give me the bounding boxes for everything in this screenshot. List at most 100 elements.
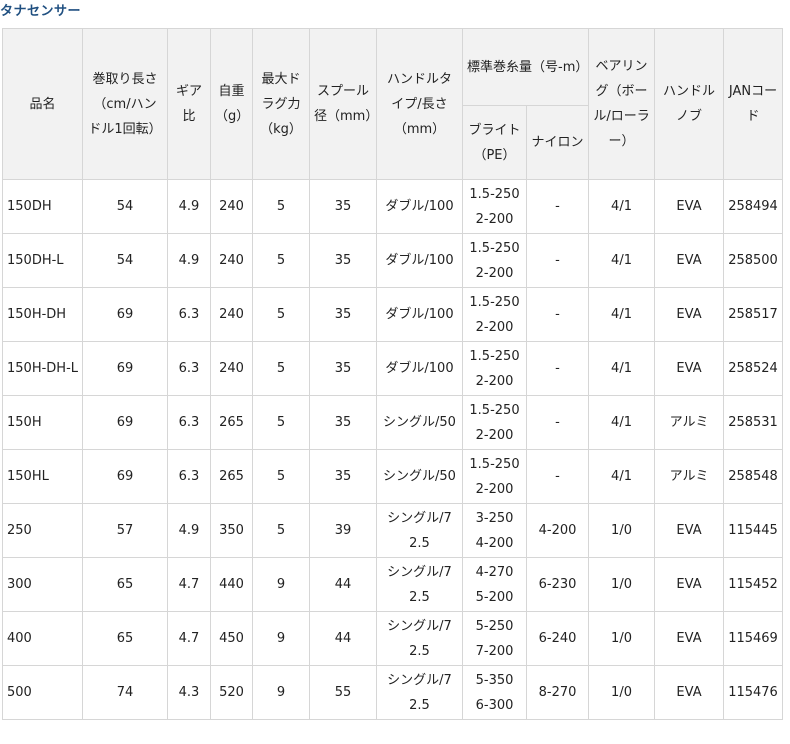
cell-gear: 4.9 xyxy=(167,179,211,234)
cell-weight: 240 xyxy=(210,179,253,234)
cell-weight: 240 xyxy=(210,287,253,342)
cell-jan: 115476 xyxy=(723,665,784,720)
cell-line-pe: 4-270 5-200 xyxy=(462,557,527,612)
cell-drag: 5 xyxy=(252,449,310,504)
header-handle: ハンドルタイプ/長さ（mm） xyxy=(376,28,463,180)
table-row: 150DH-L 54 4.9 240 5 35 ダブル/100 1.5-250 2-200-4/… xyxy=(2,233,784,288)
cell-drag: 9 xyxy=(252,665,310,720)
table-row: 150DH 54 4.9 240 5 35 ダブル/100 1.5-250 2-200-4/1 E… xyxy=(2,179,784,234)
cell-jan: 258494 xyxy=(723,179,784,234)
cell-jan: 115452 xyxy=(723,557,784,612)
cell-jan: 258531 xyxy=(723,395,784,450)
table-body: 150DH 54 4.9 240 5 35 ダブル/100 1.5-250 2-200-4/1 E… xyxy=(2,179,784,720)
cell-gear: 6.3 xyxy=(167,341,211,396)
cell-retrieve: 74 xyxy=(82,665,168,720)
cell-handle: シングル/50 xyxy=(376,395,463,450)
cell-line-nylon: 6-240 xyxy=(525,611,590,666)
cell-jan: 258500 xyxy=(723,233,784,288)
cell-line-value: 2-200 xyxy=(475,319,514,335)
header-line-pe: ブライト（PE） xyxy=(462,105,527,180)
cell-gear: 6.3 xyxy=(167,287,211,342)
cell-gear: 4.9 xyxy=(167,503,211,558)
cell-retrieve: 69 xyxy=(82,395,168,450)
cell-gear: 4.9 xyxy=(167,233,211,288)
cell-name: 150H xyxy=(2,395,83,450)
cell-knob: EVA xyxy=(654,665,725,720)
cell-name: 500 xyxy=(2,665,83,720)
cell-knob: EVA xyxy=(654,557,725,612)
cell-bearing: 4/1 xyxy=(588,341,656,396)
cell-bearing: 1/0 xyxy=(588,557,656,612)
cell-bearing: 1/0 xyxy=(588,503,656,558)
cell-line-value: 4-270 xyxy=(475,564,514,580)
cell-spool: 44 xyxy=(309,557,377,612)
cell-name: 150HL xyxy=(2,449,83,504)
cell-line-pe: 1.5-250 2-200 xyxy=(462,341,527,396)
cell-retrieve: 69 xyxy=(82,341,168,396)
cell-line-value: 4-200 xyxy=(475,535,514,551)
cell-retrieve: 65 xyxy=(82,611,168,666)
cell-handle: ダブル/100 xyxy=(376,287,463,342)
cell-line-nylon: 6-230 xyxy=(525,557,590,612)
cell-line-pe: 1.5-250 2-200 xyxy=(462,179,527,234)
cell-spool: 35 xyxy=(309,341,377,396)
cell-spool: 35 xyxy=(309,233,377,288)
cell-name: 150H-DH xyxy=(2,287,83,342)
header-knob: ハンドルノブ xyxy=(654,28,725,180)
cell-gear: 4.7 xyxy=(167,611,211,666)
cell-drag: 5 xyxy=(252,233,310,288)
cell-line-pe: 1.5-250 2-200 xyxy=(462,233,527,288)
header-line-group: 標準巻糸量（号-m） xyxy=(461,28,590,106)
cell-weight: 240 xyxy=(210,341,253,396)
cell-line-value: 1.5-250 xyxy=(469,240,520,256)
cell-line-nylon: - xyxy=(525,449,590,504)
cell-spool: 35 xyxy=(309,287,377,342)
cell-handle: シングル/72.5 xyxy=(376,557,463,612)
cell-jan: 115469 xyxy=(723,611,784,666)
cell-line-pe: 1.5-250 2-200 xyxy=(462,287,527,342)
cell-weight: 265 xyxy=(210,395,253,450)
cell-line-value: 5-250 xyxy=(475,618,514,634)
header-spool: スプール径（mm） xyxy=(309,28,377,180)
header-retrieve: 巻取り長さ（cm/ハンドル1回転） xyxy=(82,28,168,180)
cell-drag: 9 xyxy=(252,611,310,666)
cell-drag: 5 xyxy=(252,503,310,558)
cell-knob: EVA xyxy=(654,233,725,288)
cell-spool: 44 xyxy=(309,611,377,666)
table-header: 品名 巻取り長さ（cm/ハンドル1回転） ギア比 自重（g） 最大ドラグ力（kg… xyxy=(2,28,784,180)
cell-gear: 6.3 xyxy=(167,395,211,450)
cell-knob: EVA xyxy=(654,341,725,396)
cell-line-pe: 1.5-250 2-200 xyxy=(462,449,527,504)
cell-knob: EVA xyxy=(654,287,725,342)
cell-line-value: 2-200 xyxy=(475,211,514,227)
table-row: 400 65 4.7 450 9 44 シングル/72.5 5-250 7-200 6-240 1/… xyxy=(2,611,784,666)
cell-spool: 35 xyxy=(309,449,377,504)
cell-bearing: 1/0 xyxy=(588,611,656,666)
cell-handle: ダブル/100 xyxy=(376,341,463,396)
cell-line-nylon: - xyxy=(525,179,590,234)
cell-jan: 258548 xyxy=(723,449,784,504)
header-line-nylon: ナイロン xyxy=(525,105,590,180)
cell-line-pe: 3-250 4-200 xyxy=(462,503,527,558)
cell-line-nylon: - xyxy=(525,287,590,342)
cell-handle: シングル/72.5 xyxy=(376,665,463,720)
cell-line-value: 1.5-250 xyxy=(469,348,520,364)
cell-weight: 450 xyxy=(210,611,253,666)
cell-jan: 258524 xyxy=(723,341,784,396)
header-gear: ギア比 xyxy=(167,28,211,180)
cell-spool: 35 xyxy=(309,179,377,234)
cell-knob: アルミ xyxy=(654,395,725,450)
table-row: 500 74 4.3 520 9 55 シングル/72.5 5-350 6-300 8-270 1/… xyxy=(2,665,784,720)
header-bearing: ベアリング（ボール/ローラー） xyxy=(588,28,656,180)
cell-drag: 9 xyxy=(252,557,310,612)
cell-line-nylon: 8-270 xyxy=(525,665,590,720)
cell-name: 150DH-L xyxy=(2,233,83,288)
cell-bearing: 4/1 xyxy=(588,449,656,504)
cell-line-value: 2-200 xyxy=(475,481,514,497)
cell-name: 150H-DH-L xyxy=(2,341,83,396)
table-row: 250 57 4.9 350 5 39 シングル/72.5 3-250 4-200 4-200 1/… xyxy=(2,503,784,558)
cell-line-value: 1.5-250 xyxy=(469,456,520,472)
cell-line-pe: 5-250 7-200 xyxy=(462,611,527,666)
cell-spool: 39 xyxy=(309,503,377,558)
cell-gear: 4.3 xyxy=(167,665,211,720)
